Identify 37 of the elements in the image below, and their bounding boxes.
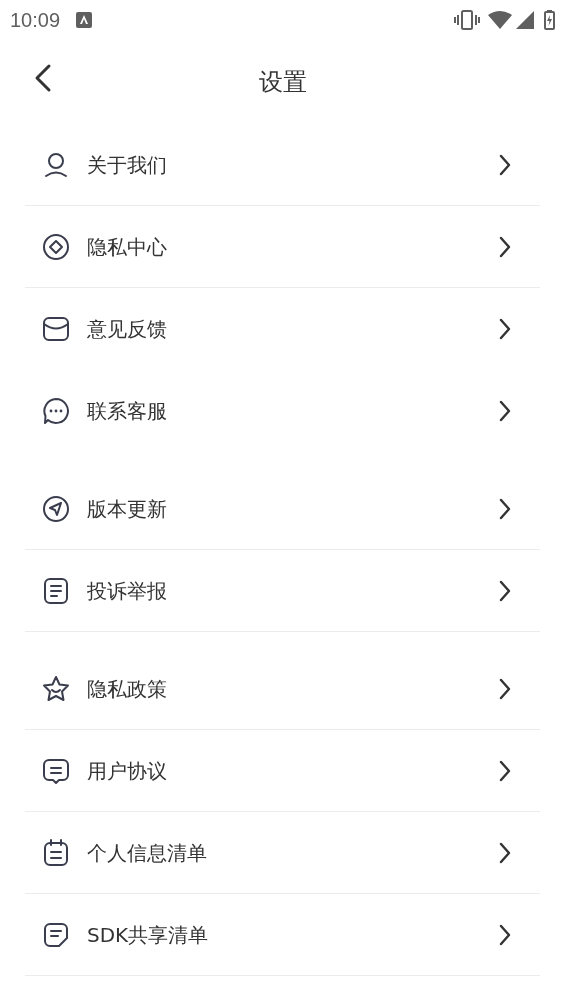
settings-item[interactable]: SDK共享清单 [25,894,540,976]
message-icon [42,756,70,785]
settings-item[interactable]: 意见反馈 [25,288,540,370]
signal-icon [516,11,534,29]
note-icon [42,920,70,949]
chevron-icon [498,496,512,521]
chevron-icon [498,840,512,865]
settings-item[interactable]: 关于我们 [25,124,540,206]
settings-item[interactable]: 个人信息清单 [25,812,540,894]
vibrate-icon [454,10,480,30]
chevron-icon [498,234,512,259]
user-icon [42,150,70,179]
calendar-icon [42,838,70,867]
settings-item[interactable]: 隐私中心 [25,206,540,288]
page-title: 设置 [258,67,307,98]
chevron-icon [498,758,512,783]
star-icon [42,674,70,703]
chevron-icon [498,676,512,701]
settings-item[interactable]: 联系客服 [25,370,540,452]
settings-item[interactable]: 用户协议 [25,730,540,812]
chat-icon [42,397,70,425]
chevron-icon [498,922,512,947]
document-icon [42,576,70,605]
chevron-icon [498,152,512,177]
envelope-icon [42,315,70,343]
notification-icon [76,12,93,28]
settings-item[interactable]: 隐私政策 [25,648,540,730]
status-time: 10:09 [10,8,61,33]
chevron-icon [498,317,512,341]
wifi-icon [488,11,512,29]
settings-item[interactable]: 投诉举报 [25,550,540,632]
chevron-icon [498,399,512,423]
battery-icon [544,10,555,30]
back-icon [34,63,52,93]
navigation-icon [42,494,70,523]
chevron-icon [498,578,512,603]
settings-item[interactable]: 版本更新 [25,468,540,550]
